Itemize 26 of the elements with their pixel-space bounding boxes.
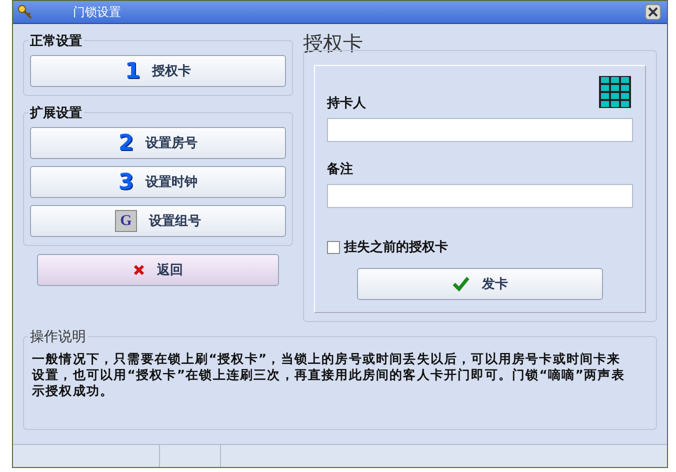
check-icon	[452, 276, 470, 292]
settings-button[interactable]: G 设置组号	[30, 205, 286, 237]
cross-icon	[133, 264, 145, 276]
settings-button[interactable]: 2 设置房号	[30, 127, 286, 159]
settings-button[interactable]: 1 授权卡	[30, 55, 286, 87]
checkbox[interactable]	[327, 240, 340, 254]
key-icon	[17, 4, 33, 20]
group-title: 正常设置	[28, 32, 84, 50]
input-field[interactable]	[327, 184, 633, 208]
window-title: 门锁设置	[73, 4, 121, 20]
issue-button[interactable]: 发卡	[357, 268, 603, 300]
digit-icon: 2	[118, 130, 134, 156]
field-label: 备注	[327, 160, 354, 178]
digit-icon: 1	[124, 58, 140, 84]
letter-icon: G	[115, 210, 137, 232]
input-field[interactable]	[327, 118, 633, 142]
checkbox-label: 挂失之前的授权卡	[344, 238, 448, 256]
group-title: 操作说明	[28, 328, 88, 346]
back-button[interactable]: 返回	[37, 254, 279, 286]
close-icon[interactable]	[645, 4, 661, 20]
keypad-icon	[599, 76, 631, 108]
group-title: 扩展设置	[28, 104, 84, 122]
settings-button[interactable]: 3 设置时钟	[30, 166, 286, 198]
field-label: 持卡人	[327, 95, 367, 112]
digit-icon: 3	[118, 170, 134, 194]
instructions-text: 一般情况下，只需要在锁上刷“授权卡”，当锁上的房号或时间丢失以后，可以用房号卡或时间卡来设置，也可以用“授权卡”在锁上连刷三次，再直接用此房间的客人卡开门即可。门锁“嘀嘀”两声表示授权成功。	[32, 351, 626, 399]
